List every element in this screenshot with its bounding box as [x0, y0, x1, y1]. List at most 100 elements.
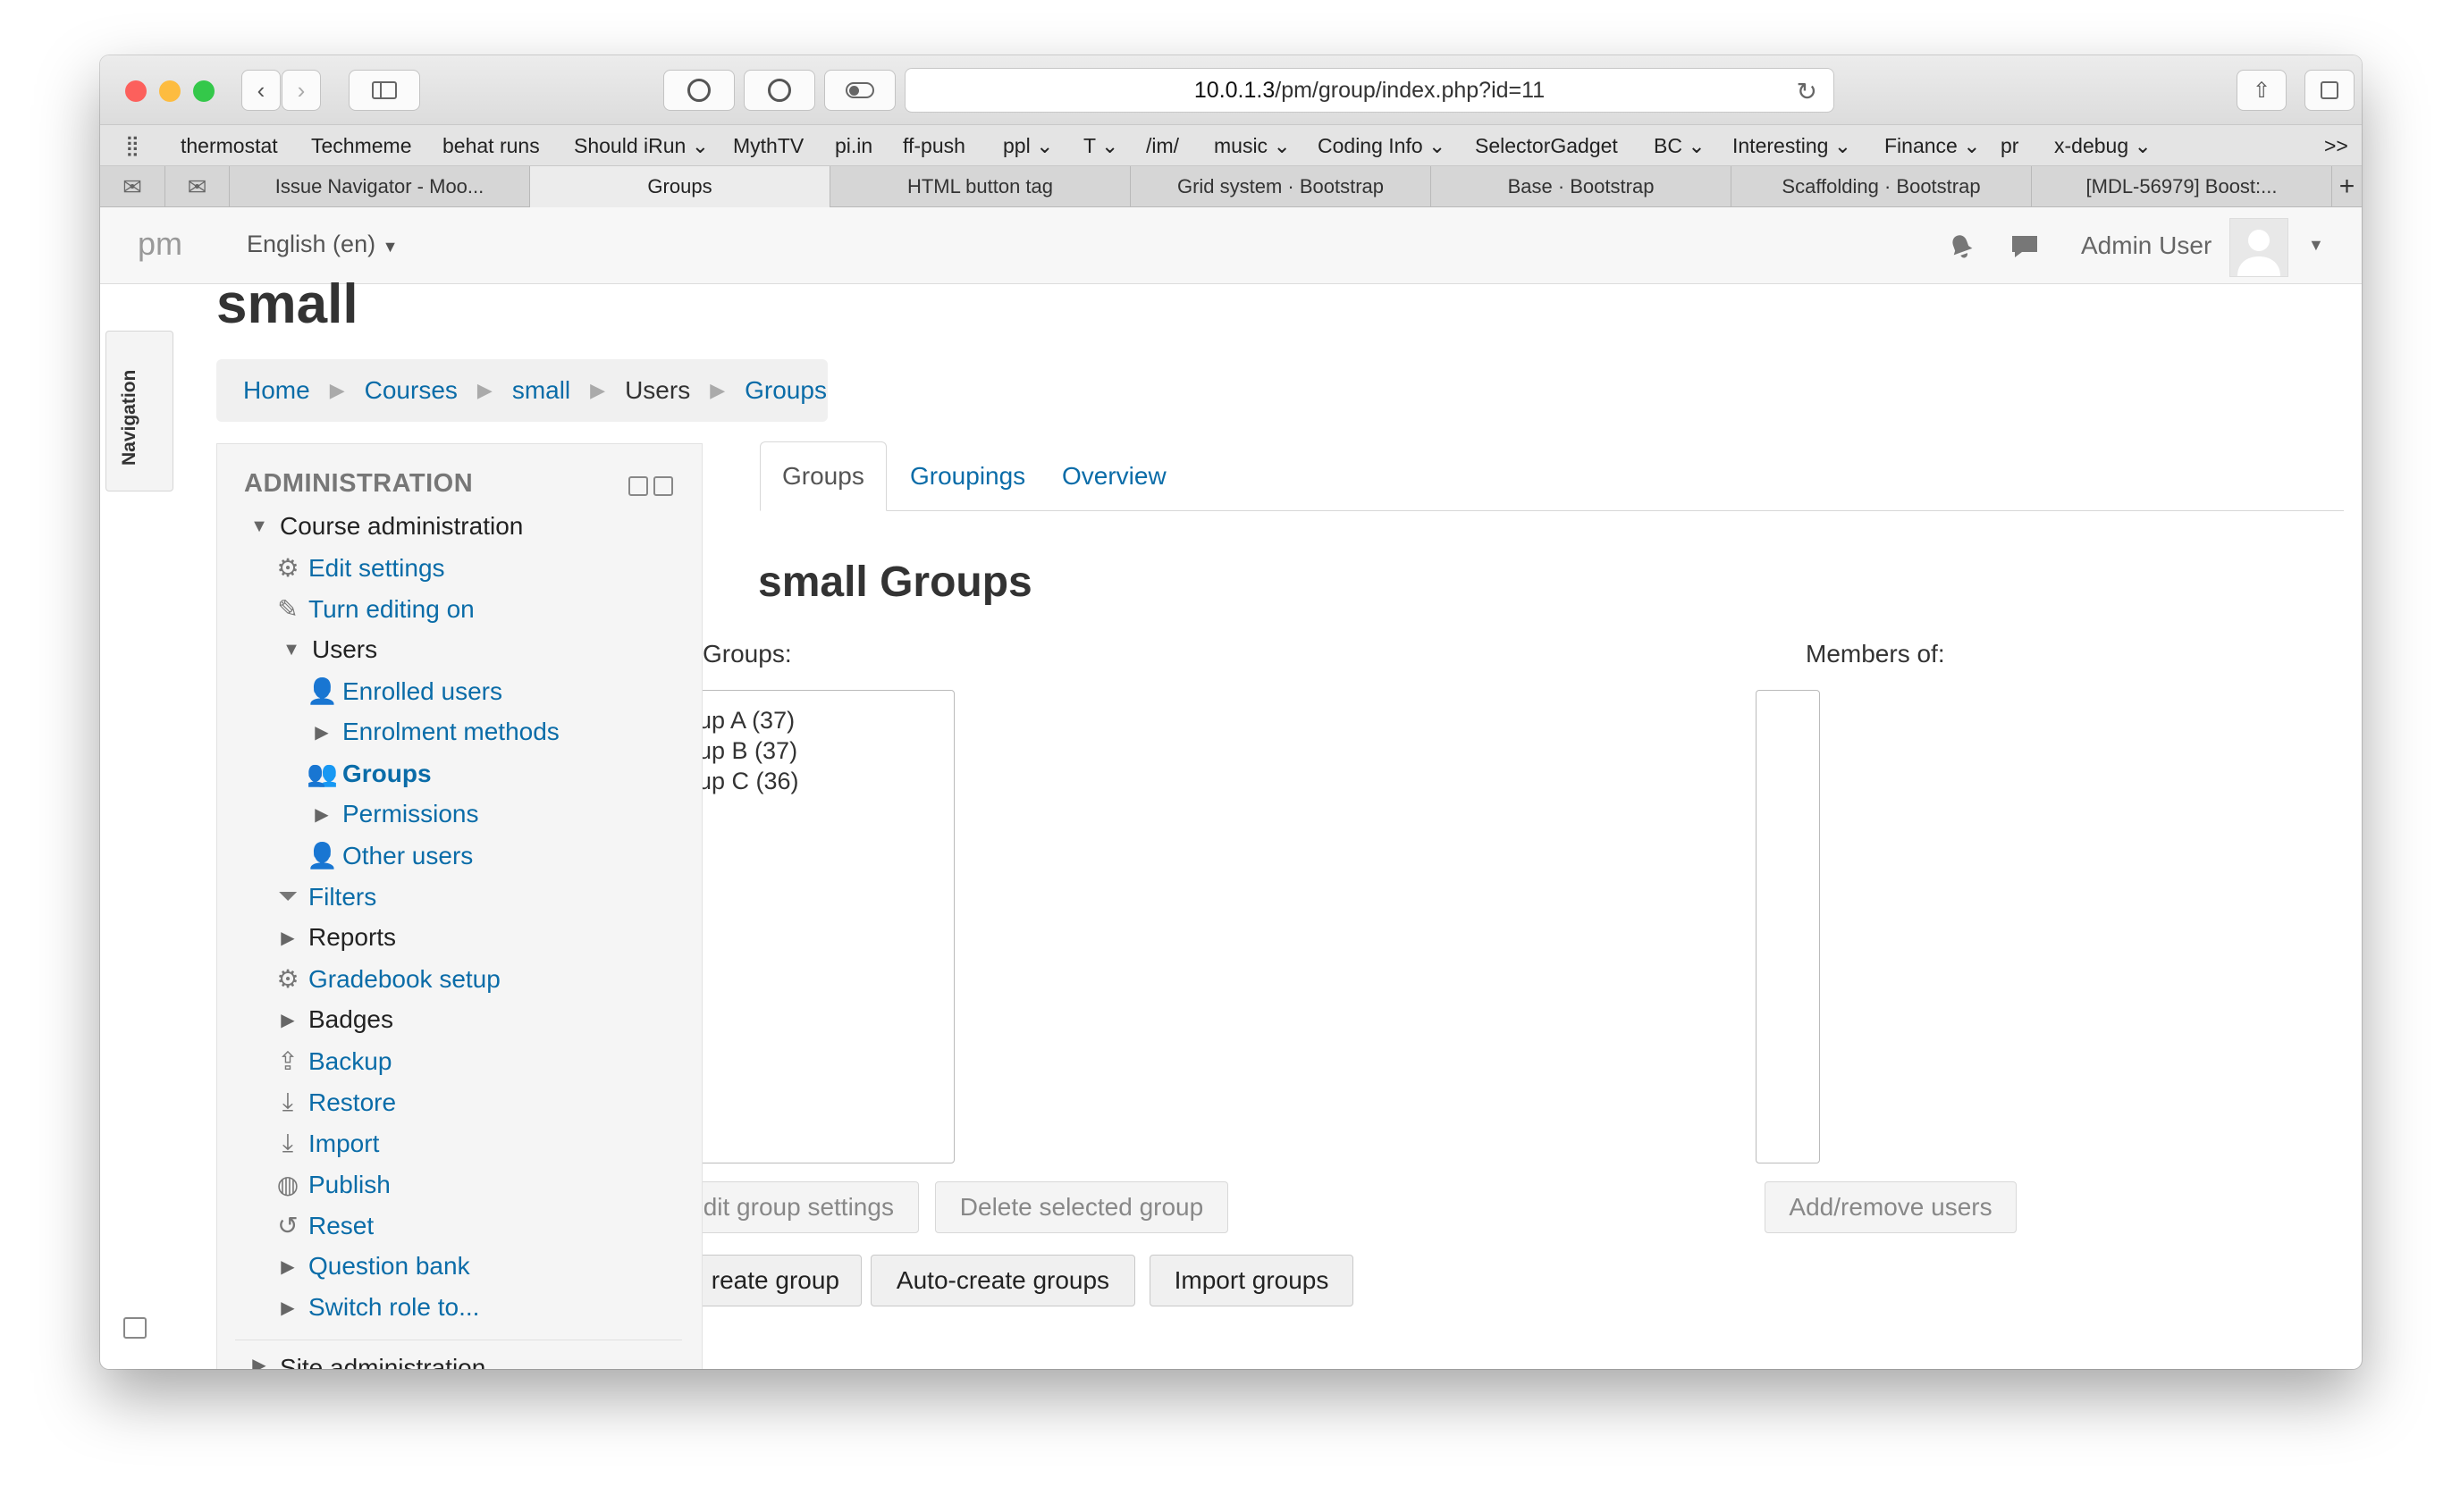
browser-tab-bar: ✉ ✉ Issue Navigator - Moo... Groups HTML… — [100, 166, 2362, 207]
close-window-button[interactable] — [125, 80, 147, 102]
tree-enrolled-users[interactable]: 👤 Enrolled users — [307, 676, 502, 706]
user-name[interactable]: Admin User — [2081, 231, 2211, 260]
bookmark-7[interactable]: ppl ⌄ — [1003, 134, 1053, 158]
group-option[interactable]: up B (37) — [698, 737, 797, 765]
tree-restore[interactable]: ⤓ Restore — [273, 1088, 396, 1117]
pinned-tab-mail-1[interactable]: ✉ — [100, 166, 164, 207]
dock-expand-icon[interactable] — [123, 1317, 147, 1339]
tree-groups[interactable]: 👥 Groups — [307, 759, 432, 788]
bookmark-13[interactable]: BC ⌄ — [1654, 134, 1706, 158]
sidebar-toggle-button[interactable] — [349, 70, 420, 111]
breadcrumb-groups[interactable]: Groups — [745, 376, 827, 405]
bookmark-1[interactable]: Techmeme — [311, 134, 411, 158]
bookmark-5[interactable]: pi.in — [835, 134, 872, 158]
delete-selected-group-button[interactable]: Delete selected group — [935, 1181, 1228, 1233]
user-icon: 👤 — [307, 842, 338, 869]
reload-icon[interactable]: ↻ — [1797, 77, 1817, 106]
members-select[interactable] — [1756, 690, 1820, 1163]
tree-course-administration[interactable]: ▼ Course administration — [244, 512, 523, 541]
breadcrumb-separator-icon: ▶ — [476, 379, 493, 401]
browser-tab-3[interactable]: Grid system · Bootstrap — [1130, 166, 1430, 207]
auto-create-groups-button[interactable]: Auto-create groups — [871, 1255, 1135, 1306]
user-icon: 👤 — [307, 677, 338, 705]
tab-overview[interactable]: Overview — [1040, 441, 1188, 511]
block-dock-icon[interactable] — [653, 476, 673, 496]
tree-gradebook-setup[interactable]: ⚙ Gradebook setup — [273, 964, 500, 994]
messages-icon[interactable] — [2009, 232, 2040, 268]
browser-tab-5[interactable]: Scaffolding · Bootstrap — [1731, 166, 2031, 207]
group-option[interactable]: up C (36) — [698, 768, 799, 795]
bookmark-17[interactable]: x-debug ⌄ — [2054, 134, 2152, 158]
gear-icon: ⚙ — [276, 554, 299, 582]
tree-badges[interactable]: ▶ Badges — [273, 1005, 393, 1034]
breadcrumb-courses[interactable]: Courses — [365, 376, 458, 405]
address-bar[interactable]: 10.0.1.3/pm/group/index.php?id=11 ↻ — [905, 68, 1834, 113]
user-menu-caret-icon[interactable]: ▼ — [2308, 236, 2324, 255]
password-manager-button[interactable] — [663, 70, 735, 111]
bookmark-8[interactable]: T ⌄ — [1083, 134, 1118, 158]
tree-question-bank[interactable]: ▶ Question bank — [273, 1252, 469, 1281]
language-menu[interactable]: English (en) ▼ — [247, 231, 398, 258]
pinned-tab-mail-2[interactable]: ✉ — [164, 166, 229, 207]
bookmark-10[interactable]: music ⌄ — [1214, 134, 1291, 158]
minimize-window-button[interactable] — [159, 80, 181, 102]
caret-down-icon: ▼ — [382, 238, 399, 256]
tree-backup[interactable]: ⇪ Backup — [273, 1046, 392, 1076]
bookmark-12[interactable]: SelectorGadget — [1475, 134, 1618, 158]
tree-enrolment-methods[interactable]: ▶ Enrolment methods — [307, 718, 560, 746]
import-groups-button[interactable]: Import groups — [1150, 1255, 1353, 1306]
bookmarks-overflow-button[interactable]: >> — [2324, 134, 2348, 158]
tree-import[interactable]: ⤓ Import — [273, 1129, 380, 1158]
bookmark-16[interactable]: pr — [2001, 134, 2018, 158]
bookmark-15[interactable]: Finance ⌄ — [1884, 134, 1981, 158]
bookmark-9[interactable]: /im/ — [1146, 134, 1179, 158]
tree-site-administration[interactable]: ▶ Site administration — [244, 1354, 485, 1369]
navigation-drawer-toggle[interactable]: Navigation — [105, 331, 173, 491]
tree-edit-settings[interactable]: ⚙ Edit settings — [273, 553, 444, 583]
share-button[interactable]: ⇧ — [2237, 70, 2287, 111]
site-brand[interactable]: pm — [138, 225, 182, 263]
tree-users[interactable]: ▼ Users — [276, 635, 377, 664]
new-tab-button[interactable]: + — [2331, 166, 2362, 207]
browser-tab-6[interactable]: [MDL-56979] Boost:... — [2031, 166, 2331, 207]
caret-down-icon: ▼ — [250, 516, 268, 536]
tree-reports[interactable]: ▶ Reports — [273, 923, 396, 952]
add-remove-users-button[interactable]: Add/remove users — [1765, 1181, 2017, 1233]
bookmark-0[interactable]: thermostat — [181, 134, 278, 158]
maximize-window-button[interactable] — [193, 80, 215, 102]
bookmark-3[interactable]: Should iRun ⌄ — [574, 134, 709, 158]
browser-tab-4[interactable]: Base · Bootstrap — [1430, 166, 1731, 207]
bookmark-11[interactable]: Coding Info ⌄ — [1318, 134, 1445, 158]
forward-button[interactable]: › — [282, 70, 321, 111]
notifications-bell-icon[interactable] — [1947, 232, 1976, 268]
bookmark-6[interactable]: ff-push — [903, 134, 965, 158]
bookmark-14[interactable]: Interesting ⌄ — [1732, 134, 1851, 158]
browser-tab-0[interactable]: Issue Navigator - Moo... — [229, 166, 529, 207]
tree-publish[interactable]: ◍ Publish — [273, 1170, 391, 1199]
import-icon: ⤓ — [282, 1129, 294, 1156]
tree-permissions[interactable]: ▶ Permissions — [307, 800, 478, 828]
block-collapse-icon[interactable] — [628, 476, 648, 496]
tree-reset[interactable]: ↺ Reset — [273, 1211, 374, 1240]
tree-filters[interactable]: ⏷ Filters — [273, 882, 376, 911]
tree-turn-editing-on[interactable]: ✎ Turn editing on — [273, 594, 474, 624]
browser-tab-1[interactable]: Groups — [529, 166, 830, 207]
tab-groupings[interactable]: Groupings — [889, 441, 1047, 511]
bookmark-2[interactable]: behat runs — [442, 134, 540, 158]
breadcrumb-home[interactable]: Home — [243, 376, 310, 405]
mail-icon: ✉ — [187, 172, 207, 200]
apps-grid-icon[interactable]: ⣿ — [125, 134, 139, 157]
extension-button[interactable] — [744, 70, 815, 111]
tab-groups[interactable]: Groups — [760, 441, 887, 511]
bookmark-4[interactable]: MythTV — [733, 134, 804, 158]
tree-switch-role[interactable]: ▶ Switch role to... — [273, 1293, 479, 1322]
tree-other-users[interactable]: 👤 Other users — [307, 841, 473, 870]
browser-tab-2[interactable]: HTML button tag — [830, 166, 1130, 207]
group-option[interactable]: up A (37) — [698, 707, 795, 735]
user-avatar[interactable] — [2229, 218, 2288, 277]
back-button[interactable]: ‹ — [241, 70, 281, 111]
breadcrumb-course[interactable]: small — [512, 376, 570, 405]
tabs-overview-button[interactable] — [2304, 70, 2355, 111]
toggle-extension-button[interactable] — [824, 70, 896, 111]
avatar-placeholder-icon — [2237, 230, 2280, 276]
